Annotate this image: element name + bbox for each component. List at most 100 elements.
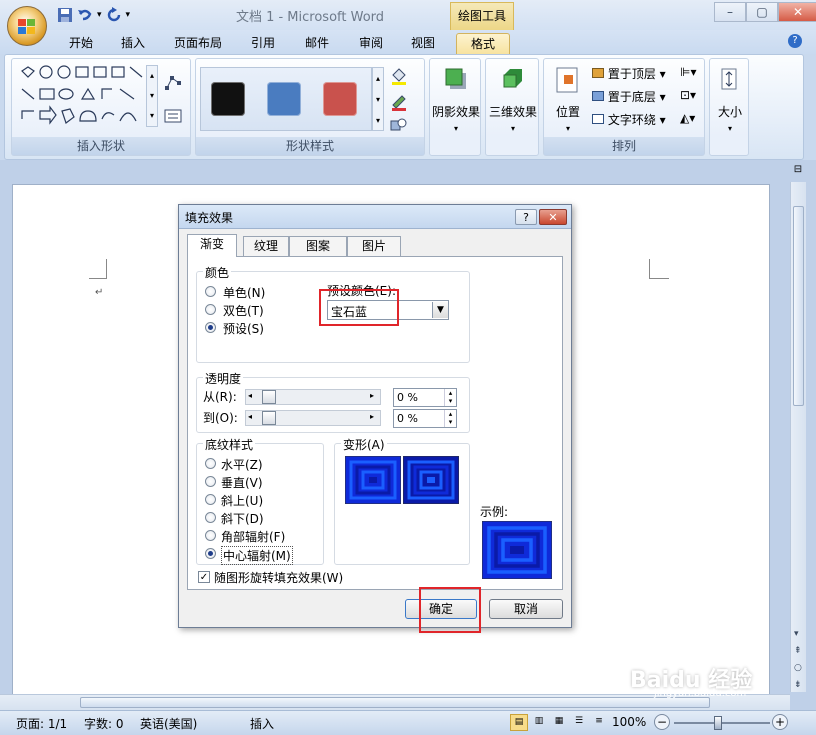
browse-controls[interactable]: ▾ ⇞ ○ ⇟ bbox=[794, 626, 802, 694]
tab-page-layout[interactable]: 页面布局 bbox=[166, 33, 230, 54]
radio-horizontal[interactable] bbox=[205, 458, 216, 469]
radio-from-center[interactable] bbox=[205, 548, 216, 559]
full-screen-reading-icon[interactable]: ▥ bbox=[530, 714, 548, 731]
cancel-button[interactable]: 取消 bbox=[489, 599, 563, 619]
slider-thumb[interactable] bbox=[262, 390, 276, 404]
radio-preset[interactable] bbox=[205, 322, 216, 333]
ruler-toggle-icon[interactable]: ⊟ bbox=[790, 164, 806, 182]
variants-legend: 变形(A) bbox=[341, 436, 387, 453]
dialog-help-button[interactable]: ? bbox=[515, 209, 537, 225]
vertical-scroll-thumb[interactable] bbox=[793, 206, 804, 406]
status-insert-mode[interactable]: 插入 bbox=[250, 715, 274, 732]
sample-preview bbox=[482, 521, 552, 579]
slider-left-arrow-icon[interactable]: ◂ bbox=[248, 391, 252, 400]
slider-right-arrow-icon[interactable]: ▸ bbox=[370, 391, 374, 400]
transparency-from-slider[interactable]: ◂ ▸ bbox=[245, 389, 381, 405]
text-wrapping-button[interactable]: 文字环绕 ▾ bbox=[592, 111, 666, 128]
tab-gradient[interactable]: 渐变 bbox=[187, 234, 237, 257]
position-button[interactable]: 位置 ▾ bbox=[548, 103, 588, 134]
tab-pattern[interactable]: 图案 bbox=[289, 236, 347, 256]
radio-one-color[interactable] bbox=[205, 286, 216, 297]
office-button[interactable] bbox=[7, 6, 47, 46]
send-to-back-button[interactable]: 置于底层 ▾ bbox=[592, 88, 666, 105]
label-vertical: 垂直(V) bbox=[221, 476, 263, 490]
status-words[interactable]: 字数: 0 bbox=[84, 715, 124, 732]
rotate-with-shape-checkbox[interactable]: ✓ bbox=[198, 571, 210, 583]
edit-shape-icon[interactable] bbox=[164, 73, 184, 93]
shapes-gallery[interactable] bbox=[18, 65, 146, 127]
fill-bucket-icon[interactable] bbox=[390, 67, 408, 85]
label-from: 从(R): bbox=[203, 390, 237, 404]
shadow-effects-button[interactable]: 阴影效果 ▾ bbox=[430, 103, 482, 134]
style-gallery-scroll[interactable]: ▴ ▾ ▾ bbox=[372, 67, 384, 131]
transparency-to-slider[interactable]: ◂ ▸ bbox=[245, 410, 381, 426]
web-layout-icon[interactable]: ▦ bbox=[550, 714, 568, 731]
group-objects-icon[interactable]: ⊡▾ bbox=[680, 88, 696, 102]
maximize-button[interactable]: ▢ bbox=[746, 2, 778, 22]
variant-1[interactable] bbox=[345, 456, 401, 504]
zoom-slider-thumb[interactable] bbox=[714, 716, 722, 730]
bring-to-front-button[interactable]: 置于顶层 ▾ bbox=[592, 65, 666, 82]
tab-texture[interactable]: 纹理 bbox=[243, 236, 289, 256]
radio-diagonal-up[interactable] bbox=[205, 494, 216, 505]
tab-home[interactable]: 开始 bbox=[60, 33, 102, 54]
style-swatch-red[interactable] bbox=[323, 82, 357, 116]
style-swatch-blue[interactable] bbox=[267, 82, 301, 116]
status-language[interactable]: 英语(美国) bbox=[140, 715, 197, 732]
dialog-title-bar: 填充效果 ? ✕ bbox=[179, 205, 571, 229]
tab-picture[interactable]: 图片 bbox=[347, 236, 401, 256]
zoom-out-icon[interactable]: − bbox=[654, 714, 670, 730]
from-value: 0 % bbox=[397, 391, 418, 404]
tab-mailings[interactable]: 邮件 bbox=[296, 33, 338, 54]
tab-view[interactable]: 视图 bbox=[402, 33, 444, 54]
zoom-in-icon[interactable]: + bbox=[772, 714, 788, 730]
shapes-scroll[interactable]: ▴ ▾ ▾ bbox=[146, 65, 158, 127]
dialog-close-button[interactable]: ✕ bbox=[539, 209, 567, 225]
transparency-from-input[interactable]: 0 % ▴ ▾ bbox=[393, 388, 457, 407]
shadow-effects-label: 阴影效果 bbox=[431, 105, 480, 119]
label-preset: 预设(S) bbox=[223, 322, 264, 336]
radio-diagonal-down[interactable] bbox=[205, 512, 216, 523]
bring-to-front-label: 置于顶层 bbox=[607, 67, 656, 81]
change-shape-icon[interactable] bbox=[390, 117, 408, 133]
close-button[interactable]: ✕ bbox=[778, 2, 816, 22]
slider-thumb[interactable] bbox=[262, 411, 276, 425]
tab-insert[interactable]: 插入 bbox=[112, 33, 154, 54]
radio-two-colors[interactable] bbox=[205, 304, 216, 315]
text-box-icon[interactable] bbox=[164, 109, 182, 123]
status-page[interactable]: 页面: 1/1 bbox=[16, 715, 67, 732]
zoom-slider[interactable] bbox=[674, 716, 770, 730]
transparency-to-input[interactable]: 0 % ▴ ▾ bbox=[393, 409, 457, 428]
style-swatch-black[interactable] bbox=[211, 82, 245, 116]
rotate-icon[interactable]: ◭▾ bbox=[680, 111, 695, 125]
draft-view-icon[interactable]: ≡ bbox=[590, 714, 608, 731]
outline-pen-icon[interactable] bbox=[390, 93, 408, 111]
slider-left-arrow-icon[interactable]: ◂ bbox=[248, 412, 252, 421]
spin-arrows-icon[interactable]: ▴ ▾ bbox=[444, 389, 456, 406]
print-layout-view-icon[interactable]: ▤ bbox=[510, 714, 528, 731]
horizontal-scroll-thumb[interactable] bbox=[80, 697, 710, 708]
vertical-scrollbar[interactable]: ▾ ⇞ ○ ⇟ bbox=[790, 182, 806, 692]
tab-references[interactable]: 引用 bbox=[242, 33, 284, 54]
to-value: 0 % bbox=[397, 412, 418, 425]
group-3d-effects: 三维效果 ▾ bbox=[485, 58, 539, 156]
watermark-url: jingyan.baidu.com bbox=[654, 688, 747, 699]
minimize-button[interactable]: – bbox=[714, 2, 746, 22]
radio-from-corner[interactable] bbox=[205, 530, 216, 541]
variant-2[interactable] bbox=[403, 456, 459, 504]
size-button[interactable]: 大小 ▾ bbox=[710, 103, 750, 134]
align-icon[interactable]: ⊫▾ bbox=[680, 65, 696, 79]
zoom-level[interactable]: 100% bbox=[612, 715, 646, 729]
chevron-down-icon[interactable]: ▼ bbox=[432, 302, 448, 318]
tab-format[interactable]: 格式 bbox=[456, 33, 510, 54]
size-icon bbox=[721, 68, 737, 90]
radio-vertical[interactable] bbox=[205, 476, 216, 487]
slider-right-arrow-icon[interactable]: ▸ bbox=[370, 412, 374, 421]
tab-review[interactable]: 审阅 bbox=[350, 33, 392, 54]
help-icon[interactable]: ? bbox=[788, 34, 802, 48]
outline-view-icon[interactable]: ☰ bbox=[570, 714, 588, 731]
group-shape-styles: ▴▾▾ ↘ 形状样式 bbox=[195, 58, 425, 156]
3d-effects-button[interactable]: 三维效果 ▾ bbox=[486, 103, 540, 134]
label-diagonal-up: 斜上(U) bbox=[221, 494, 264, 508]
spin-arrows-icon[interactable]: ▴ ▾ bbox=[444, 410, 456, 427]
